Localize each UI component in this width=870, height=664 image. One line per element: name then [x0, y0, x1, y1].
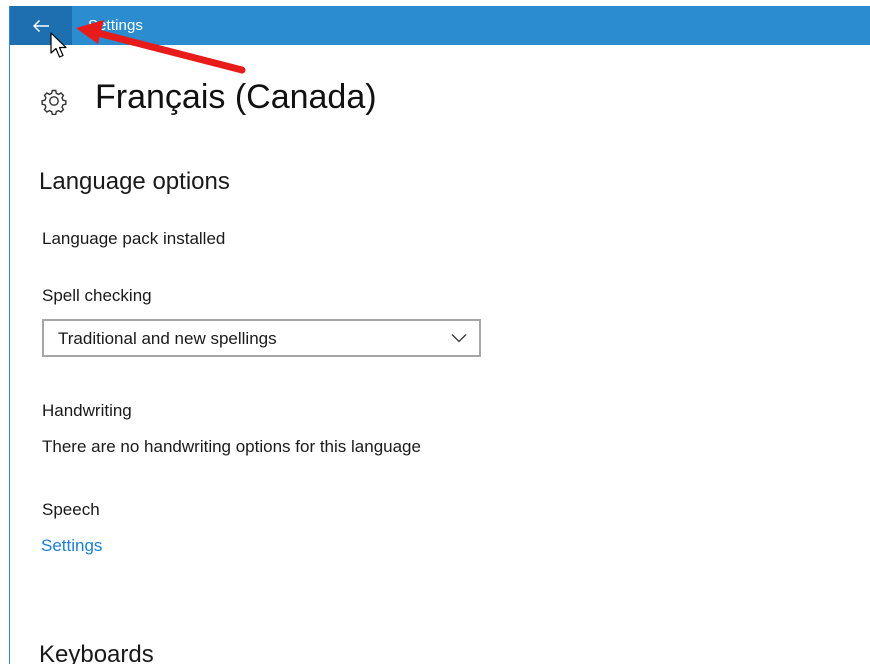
title-bar: Settings: [10, 6, 870, 45]
keyboards-heading: Keyboards: [39, 641, 154, 664]
page-title: Français (Canada): [95, 78, 377, 116]
speech-settings-link[interactable]: Settings: [41, 536, 102, 556]
window-left-border: [9, 6, 10, 664]
settings-window: Settings Français (Canada) Language opti…: [0, 0, 870, 664]
chevron-down-icon: [451, 334, 467, 343]
spell-checking-dropdown[interactable]: Traditional and new spellings: [42, 319, 481, 357]
arrow-left-icon: [32, 19, 49, 32]
handwriting-label: Handwriting: [42, 401, 132, 420]
handwriting-message: There are no handwriting options for thi…: [42, 437, 421, 456]
gear-icon: [41, 89, 67, 115]
speech-label: Speech: [42, 500, 100, 519]
language-options-heading: Language options: [39, 168, 230, 195]
spell-checking-label: Spell checking: [42, 286, 152, 305]
window-title: Settings: [88, 17, 143, 34]
language-pack-status: Language pack installed: [42, 229, 226, 248]
spell-checking-selected-value: Traditional and new spellings: [58, 329, 277, 348]
back-button[interactable]: [10, 6, 72, 45]
